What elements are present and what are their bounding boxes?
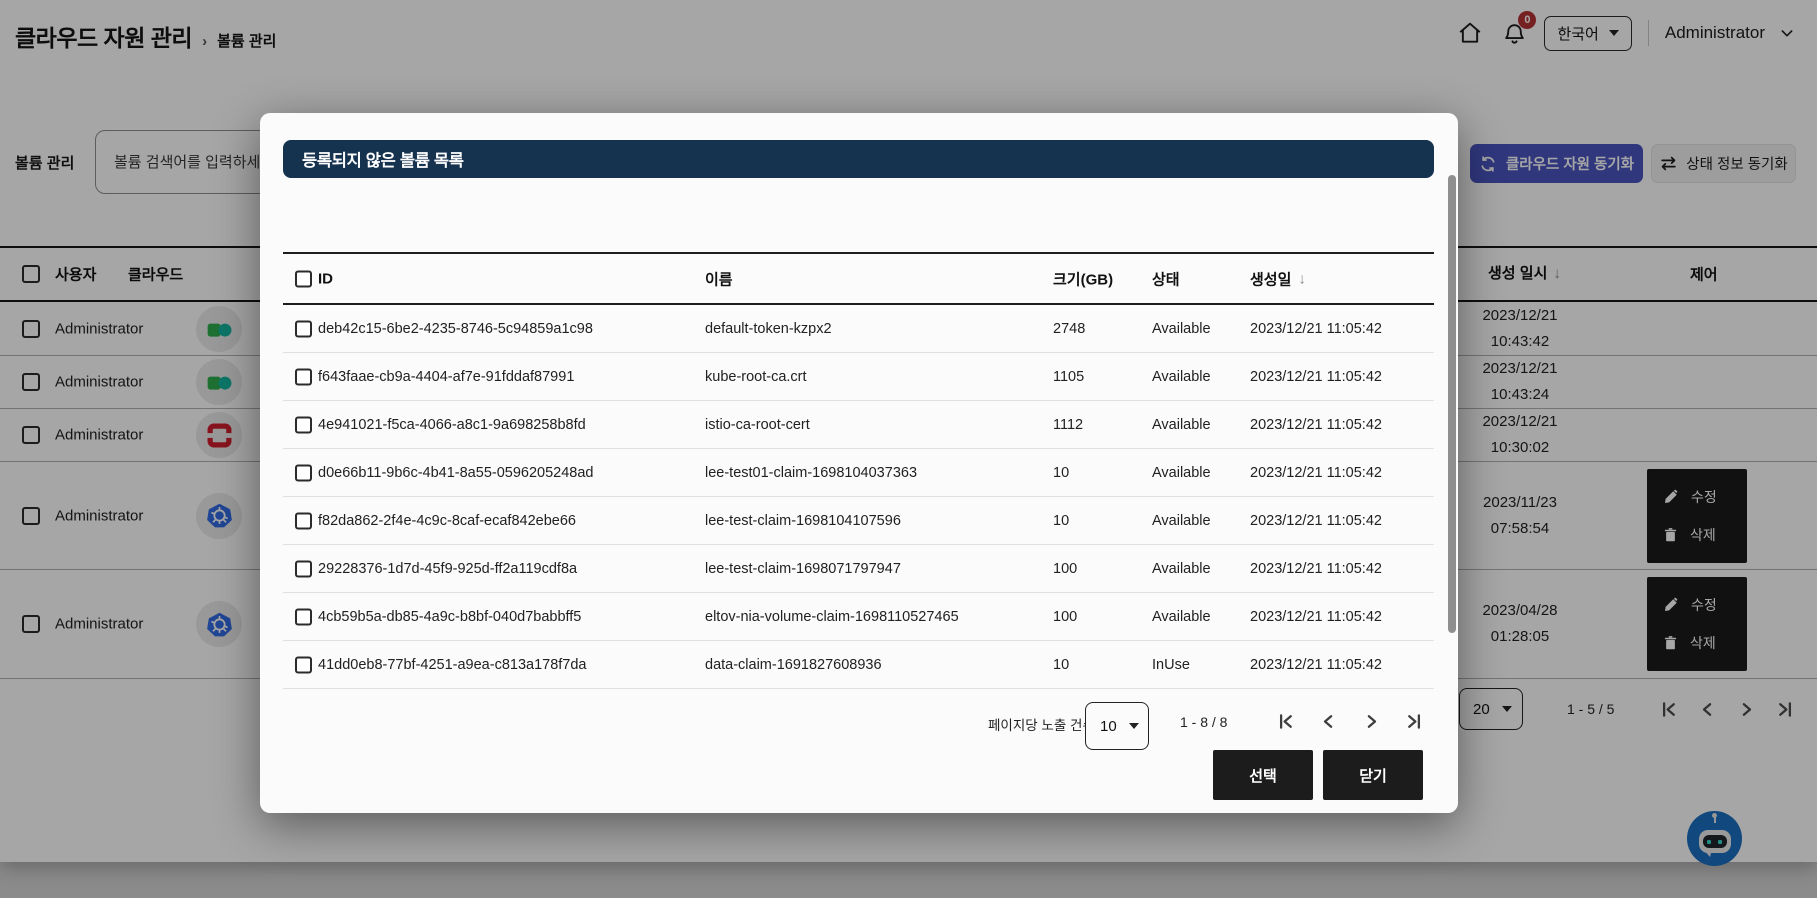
cell-created: 2023/12/21 11:05:42 [1250,417,1382,433]
select-all-checkbox[interactable] [295,270,312,287]
cell-name: data-claim-1691827608936 [705,657,882,673]
cell-id: 41dd0eb8-77bf-4251-a9ea-c813a178f7da [318,657,586,673]
cell-size: 100 [1053,561,1077,577]
unregistered-volumes-table: ID 이름 크기(GB) 상태 생성일 ↓ deb42c15-6be2-4235-… [283,252,1434,689]
next-page-icon[interactable] [1361,711,1382,732]
cell-name: kube-root-ca.crt [705,369,807,385]
column-created[interactable]: 생성일 ↓ [1250,268,1306,289]
table-row: deb42c15-6be2-4235-8746-5c94859a1c98 def… [283,305,1434,353]
row-checkbox[interactable] [295,656,312,673]
dialog-table-header: ID 이름 크기(GB) 상태 생성일 ↓ [283,252,1434,305]
close-button[interactable]: 닫기 [1323,750,1423,800]
cell-name: lee-test-claim-1698104107596 [705,513,901,529]
cell-created: 2023/12/21 11:05:42 [1250,513,1382,529]
cell-status: InUse [1152,657,1190,673]
cell-status: Available [1152,321,1211,337]
row-checkbox[interactable] [295,368,312,385]
last-page-icon[interactable] [1404,711,1425,732]
row-checkbox[interactable] [295,320,312,337]
column-size: 크기(GB) [1053,268,1113,289]
row-checkbox[interactable] [295,416,312,433]
table-row: 4cb59b5a-db85-4a9c-b8bf-040d7babbff5 elt… [283,593,1434,641]
cell-created: 2023/12/21 11:05:42 [1250,609,1382,625]
select-button[interactable]: 선택 [1213,750,1313,800]
cell-status: Available [1152,369,1211,385]
table-row: 41dd0eb8-77bf-4251-a9ea-c813a178f7da dat… [283,641,1434,689]
cell-size: 1112 [1053,417,1083,433]
cell-created: 2023/12/21 11:05:42 [1250,465,1382,481]
cell-name: istio-ca-root-cert [705,417,810,433]
prev-page-icon[interactable] [1318,711,1339,732]
cell-name: eltov-nia-volume-claim-1698110527465 [705,609,959,625]
row-checkbox[interactable] [295,608,312,625]
first-page-icon[interactable] [1275,711,1296,732]
dialog-pagination: 페이지당 노출 건수 10 1 - 8 / 8 [260,702,1458,744]
dialog-titlebar: 등록되지 않은 볼륨 목록 [283,140,1434,178]
cell-created: 2023/12/21 11:05:42 [1250,321,1382,337]
cell-size: 2748 [1053,321,1085,337]
page-size-select[interactable]: 10 [1085,702,1149,750]
row-checkbox[interactable] [295,464,312,481]
cell-size: 100 [1053,609,1077,625]
cell-status: Available [1152,609,1211,625]
sort-desc-icon: ↓ [1298,270,1306,287]
table-row: 29228376-1d7d-45f9-925d-ff2a119cdf8a lee… [283,545,1434,593]
pagination-controls [1275,711,1425,732]
chevron-down-icon [1129,723,1139,729]
cell-name: default-token-kzpx2 [705,321,832,337]
cell-size: 10 [1053,657,1069,673]
scrollbar-thumb[interactable] [1448,175,1456,633]
pagination-range: 1 - 8 / 8 [1180,714,1227,730]
column-id: ID [318,270,333,287]
cell-id: deb42c15-6be2-4235-8746-5c94859a1c98 [318,321,593,337]
row-checkbox[interactable] [295,512,312,529]
cell-status: Available [1152,561,1211,577]
cell-created: 2023/12/21 11:05:42 [1250,657,1382,673]
dialog-scrollbar[interactable] [1448,173,1456,793]
cell-id: f82da862-2f4e-4c9c-8caf-ecaf842ebe66 [318,513,576,529]
column-created-label: 생성일 [1250,268,1291,289]
table-row: 4e941021-f5ca-4066-a8c1-9a698258b8fd ist… [283,401,1434,449]
cell-status: Available [1152,417,1211,433]
cell-name: lee-test-claim-1698071797947 [705,561,901,577]
cell-id: d0e66b11-9b6c-4b41-8a55-0596205248ad [318,465,593,481]
table-row: d0e66b11-9b6c-4b41-8a55-0596205248ad lee… [283,449,1434,497]
cell-status: Available [1152,465,1211,481]
cell-size: 10 [1053,465,1069,481]
cell-created: 2023/12/21 11:05:42 [1250,561,1382,577]
cell-created: 2023/12/21 11:05:42 [1250,369,1382,385]
table-row: f643faae-cb9a-4404-af7e-91fddaf87991 kub… [283,353,1434,401]
cell-id: f643faae-cb9a-4404-af7e-91fddaf87991 [318,369,574,385]
cell-name: lee-test01-claim-1698104037363 [705,465,917,481]
cell-id: 29228376-1d7d-45f9-925d-ff2a119cdf8a [318,561,577,577]
cell-size: 10 [1053,513,1069,529]
cell-id: 4e941021-f5ca-4066-a8c1-9a698258b8fd [318,417,586,433]
cell-id: 4cb59b5a-db85-4a9c-b8bf-040d7babbff5 [318,609,581,625]
column-name: 이름 [705,268,733,289]
table-row: f82da862-2f4e-4c9c-8caf-ecaf842ebe66 lee… [283,497,1434,545]
page-size-value: 10 [1100,718,1117,735]
dialog-title: 등록되지 않은 볼륨 목록 [302,147,464,171]
row-checkbox[interactable] [295,560,312,577]
cell-size: 1105 [1053,369,1084,385]
app-canvas: 클라우드 자원 관리 › 볼륨 관리 0 한국어 Administra [0,0,1817,898]
cell-status: Available [1152,513,1211,529]
unregistered-volumes-dialog: 등록되지 않은 볼륨 목록 ID 이름 크기(GB) 상태 생성일 ↓ deb42… [260,113,1458,813]
page-size-label: 페이지당 노출 건수 [988,714,1095,734]
column-status: 상태 [1152,268,1180,289]
